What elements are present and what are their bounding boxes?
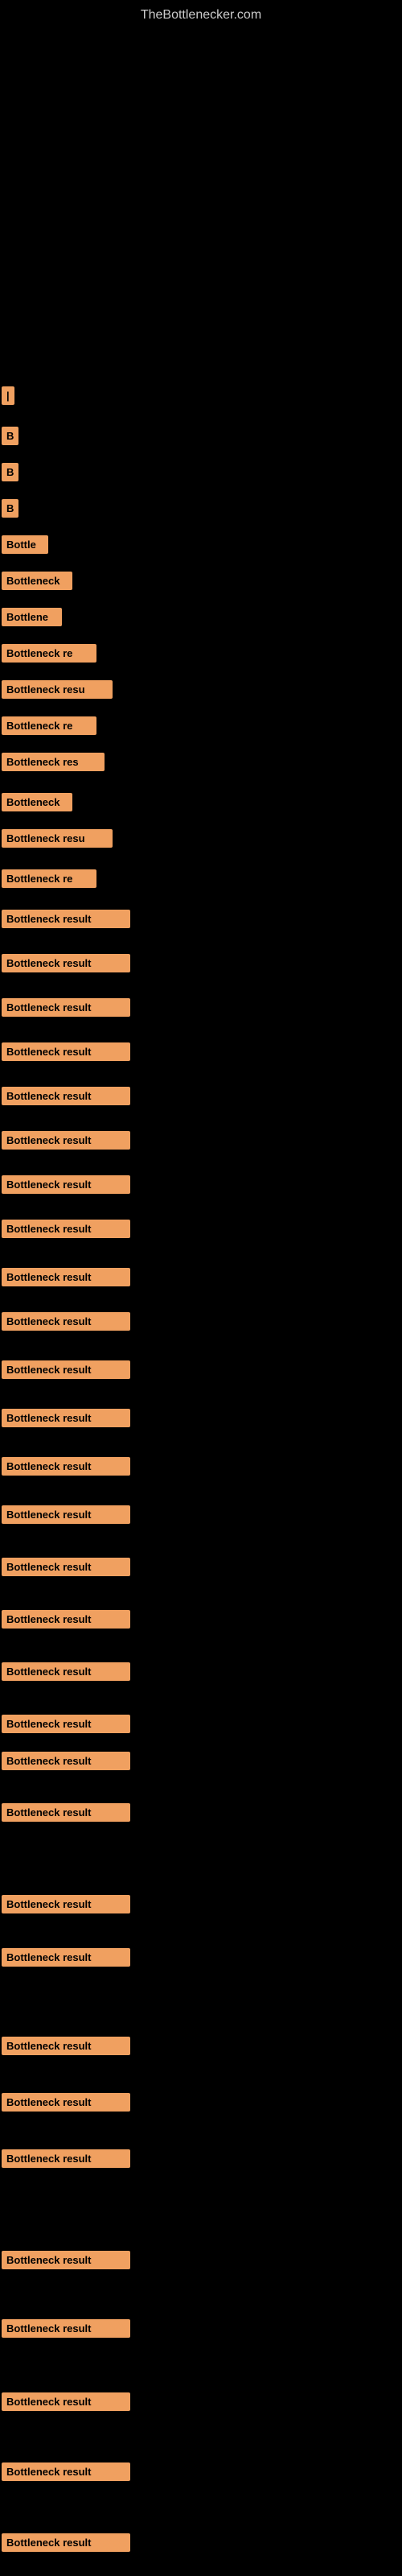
bar-label-17: Bottleneck result (2, 998, 130, 1017)
bar-label-18: Bottleneck result (2, 1042, 130, 1061)
bar-label-33: Bottleneck result (2, 1752, 130, 1770)
bar-label-8: Bottleneck re (2, 644, 96, 663)
bar-label-42: Bottleneck result (2, 2392, 130, 2411)
bar-label-21: Bottleneck result (2, 1175, 130, 1194)
bar-label-28: Bottleneck result (2, 1505, 130, 1524)
bar-item-4: B (2, 499, 18, 518)
bar-label-19: Bottleneck result (2, 1087, 130, 1105)
bar-label-35: Bottleneck result (2, 1895, 130, 1913)
bar-item-41: Bottleneck result (2, 2319, 130, 2338)
bar-item-30: Bottleneck result (2, 1610, 130, 1629)
bar-item-44: Bottleneck result (2, 2533, 130, 2552)
bar-label-37: Bottleneck result (2, 2037, 130, 2055)
bar-item-20: Bottleneck result (2, 1131, 130, 1150)
bar-item-27: Bottleneck result (2, 1457, 130, 1476)
bar-label-12: Bottleneck (2, 793, 72, 811)
bar-label-41: Bottleneck result (2, 2319, 130, 2338)
bar-label-23: Bottleneck result (2, 1268, 130, 1286)
bar-item-29: Bottleneck result (2, 1558, 130, 1576)
bar-item-12: Bottleneck (2, 793, 72, 811)
bar-label-38: Bottleneck result (2, 2093, 130, 2112)
bar-item-22: Bottleneck result (2, 1220, 130, 1238)
bar-item-7: Bottlene (2, 608, 62, 626)
bar-label-31: Bottleneck result (2, 1662, 130, 1681)
bar-item-18: Bottleneck result (2, 1042, 130, 1061)
bar-item-43: Bottleneck result (2, 2462, 130, 2481)
bar-item-8: Bottleneck re (2, 644, 96, 663)
bar-label-40: Bottleneck result (2, 2251, 130, 2269)
bar-label-26: Bottleneck result (2, 1409, 130, 1427)
bar-item-14: Bottleneck re (2, 869, 96, 888)
bar-item-33: Bottleneck result (2, 1752, 130, 1770)
bar-item-6: Bottleneck (2, 572, 72, 590)
bar-item-15: Bottleneck result (2, 910, 130, 928)
bar-item-13: Bottleneck resu (2, 829, 113, 848)
bar-item-32: Bottleneck result (2, 1715, 130, 1733)
bar-item-35: Bottleneck result (2, 1895, 130, 1913)
bar-item-38: Bottleneck result (2, 2093, 130, 2112)
site-title: TheBottlenecker.com (0, 0, 402, 29)
bar-label-1: | (2, 386, 14, 405)
bar-label-43: Bottleneck result (2, 2462, 130, 2481)
bar-item-16: Bottleneck result (2, 954, 130, 972)
bar-item-17: Bottleneck result (2, 998, 130, 1017)
bar-label-13: Bottleneck resu (2, 829, 113, 848)
bar-item-24: Bottleneck result (2, 1312, 130, 1331)
bar-item-25: Bottleneck result (2, 1360, 130, 1379)
bar-label-10: Bottleneck re (2, 716, 96, 735)
bar-item-31: Bottleneck result (2, 1662, 130, 1681)
bar-item-5: Bottle (2, 535, 48, 554)
bar-label-39: Bottleneck result (2, 2149, 130, 2168)
bar-item-9: Bottleneck resu (2, 680, 113, 699)
bar-label-6: Bottleneck (2, 572, 72, 590)
bar-item-10: Bottleneck re (2, 716, 96, 735)
bar-label-11: Bottleneck res (2, 753, 105, 771)
bar-label-16: Bottleneck result (2, 954, 130, 972)
bar-label-5: Bottle (2, 535, 48, 554)
bar-label-22: Bottleneck result (2, 1220, 130, 1238)
bar-label-29: Bottleneck result (2, 1558, 130, 1576)
bar-label-4: B (2, 499, 18, 518)
bar-label-9: Bottleneck resu (2, 680, 113, 699)
bar-label-27: Bottleneck result (2, 1457, 130, 1476)
bar-label-25: Bottleneck result (2, 1360, 130, 1379)
bar-item-40: Bottleneck result (2, 2251, 130, 2269)
bar-label-36: Bottleneck result (2, 1948, 130, 1967)
bar-item-1: | (2, 386, 14, 405)
bar-label-15: Bottleneck result (2, 910, 130, 928)
bar-label-32: Bottleneck result (2, 1715, 130, 1733)
bar-item-11: Bottleneck res (2, 753, 105, 771)
bar-item-37: Bottleneck result (2, 2037, 130, 2055)
bar-label-44: Bottleneck result (2, 2533, 130, 2552)
bar-label-14: Bottleneck re (2, 869, 96, 888)
bar-item-19: Bottleneck result (2, 1087, 130, 1105)
bar-label-20: Bottleneck result (2, 1131, 130, 1150)
bar-item-34: Bottleneck result (2, 1803, 130, 1822)
bar-label-3: B (2, 463, 18, 481)
bar-item-36: Bottleneck result (2, 1948, 130, 1967)
bar-label-2: B (2, 427, 18, 445)
bar-label-30: Bottleneck result (2, 1610, 130, 1629)
bar-item-42: Bottleneck result (2, 2392, 130, 2411)
bar-label-7: Bottlene (2, 608, 62, 626)
bar-label-24: Bottleneck result (2, 1312, 130, 1331)
bar-item-2: B (2, 427, 18, 445)
bar-item-3: B (2, 463, 18, 481)
bar-item-26: Bottleneck result (2, 1409, 130, 1427)
bar-item-23: Bottleneck result (2, 1268, 130, 1286)
bar-item-39: Bottleneck result (2, 2149, 130, 2168)
bar-item-21: Bottleneck result (2, 1175, 130, 1194)
bar-item-28: Bottleneck result (2, 1505, 130, 1524)
bar-label-34: Bottleneck result (2, 1803, 130, 1822)
